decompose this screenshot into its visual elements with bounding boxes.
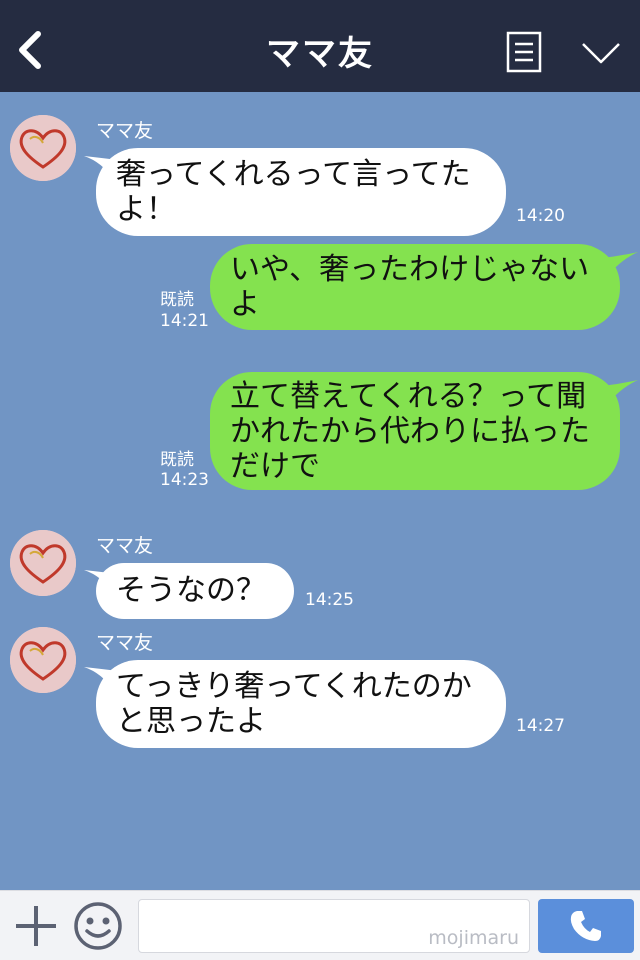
avatar[interactable] xyxy=(10,115,76,181)
message-bubble[interactable]: そうなの？ xyxy=(96,563,294,619)
message-line: よ xyxy=(230,287,260,322)
sender-name: ママ友 xyxy=(96,120,154,142)
watermark: mojimaru xyxy=(428,927,519,949)
message-line: だけで xyxy=(230,449,320,484)
chat-title: ママ友 xyxy=(266,34,374,74)
message-bubble[interactable]: いや、奢ったわけじゃない よ xyxy=(210,244,620,330)
phone-icon xyxy=(570,911,601,941)
message-line: 奢ってくれるって言ってた xyxy=(116,157,471,192)
message-time: 14:25 xyxy=(305,590,354,610)
heart-avatar-icon xyxy=(10,627,76,693)
avatar[interactable] xyxy=(10,627,76,693)
message-list[interactable]: ママ友 奢ってくれるって言ってた よ！ 14:20 既読 14:21 いや、奢っ… xyxy=(0,92,640,890)
message-line: 立て替えてくれる？って聞 xyxy=(230,379,587,414)
heart-avatar-icon xyxy=(10,530,76,596)
read-receipt: 既読 xyxy=(160,450,194,470)
read-receipt: 既読 xyxy=(160,290,194,310)
notes-icon[interactable] xyxy=(506,31,542,73)
message-line: てっきり奢ってくれたのか xyxy=(116,669,472,704)
message-input[interactable]: mojimaru xyxy=(138,899,530,953)
message-bubble[interactable]: てっきり奢ってくれたのか と思ったよ xyxy=(96,660,506,748)
chevron-down-icon[interactable] xyxy=(580,40,622,66)
chat-header: ママ友 xyxy=(0,0,640,92)
message-line: そうなの？ xyxy=(116,573,266,608)
message-time: 14:27 xyxy=(516,716,565,736)
message-line: かれたから代わりに払った xyxy=(230,414,590,449)
message-line: よ！ xyxy=(116,192,176,227)
smiley-icon[interactable] xyxy=(72,900,124,952)
message-bubble[interactable]: 立て替えてくれる？って聞 かれたから代わりに払った だけで xyxy=(210,372,620,490)
sender-name: ママ友 xyxy=(96,535,154,557)
sender-name: ママ友 xyxy=(96,632,154,654)
heart-avatar-icon xyxy=(10,115,76,181)
plus-icon[interactable] xyxy=(14,903,58,949)
avatar[interactable] xyxy=(10,530,76,596)
call-button[interactable] xyxy=(538,899,634,953)
message-time: 14:20 xyxy=(516,206,565,226)
message-line: いや、奢ったわけじゃない xyxy=(230,252,590,287)
message-line: と思ったよ xyxy=(116,704,266,739)
input-bar: mojimaru xyxy=(0,890,640,960)
message-time: 14:21 xyxy=(160,311,209,331)
message-time: 14:23 xyxy=(160,470,209,490)
message-bubble[interactable]: 奢ってくれるって言ってた よ！ xyxy=(96,148,506,236)
